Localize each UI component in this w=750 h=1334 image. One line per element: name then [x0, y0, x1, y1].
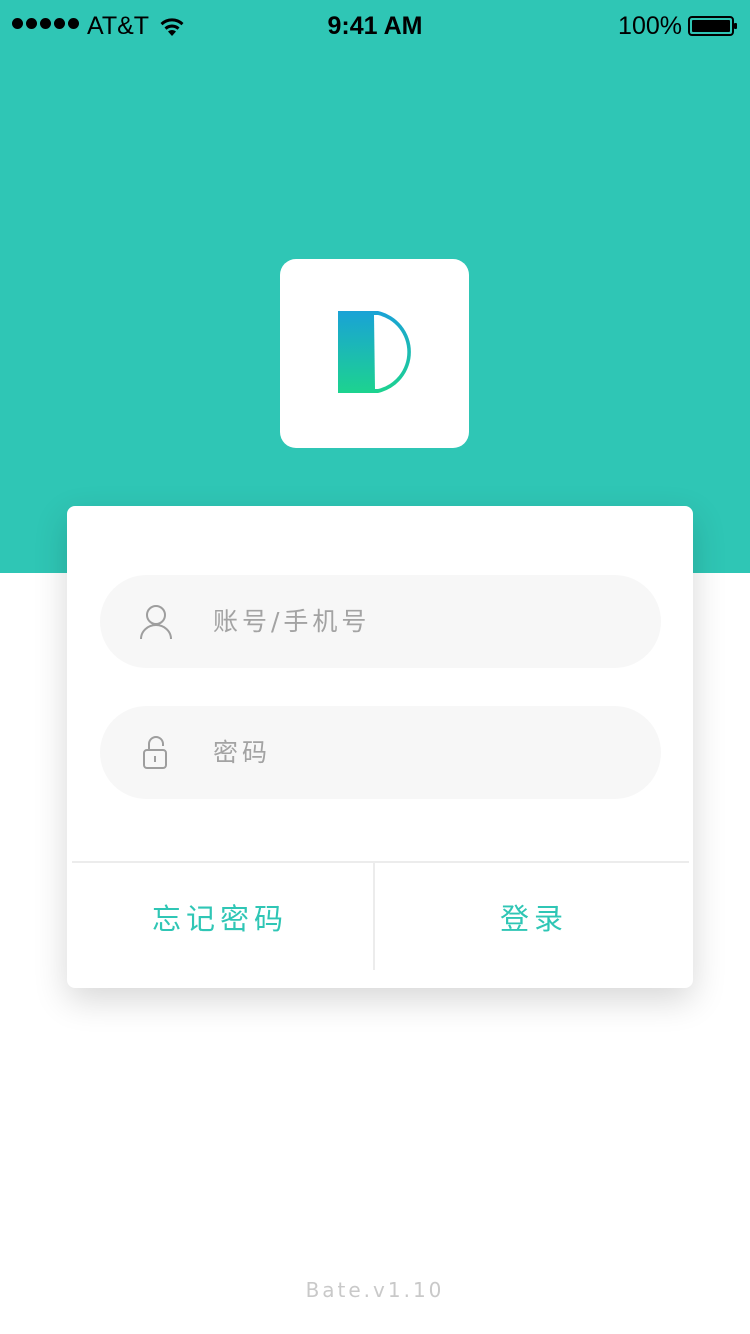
login-card: 忘记密码 登录 [67, 506, 693, 988]
password-input[interactable] [213, 706, 633, 799]
app-logo [280, 259, 469, 448]
password-field[interactable] [100, 706, 661, 799]
battery-percentage: 100% [618, 12, 682, 40]
d-logo-icon [338, 311, 411, 393]
account-field[interactable] [100, 575, 661, 668]
login-screen: AT&T 9:41 AM 100% 账号/手机号 忘记密码 登录 Bate.v1… [0, 0, 750, 1334]
battery-icon [688, 16, 737, 36]
version-label: Bate.v1.10 [305, 1278, 445, 1302]
login-button[interactable]: 登录 [375, 863, 693, 970]
account-input[interactable] [213, 575, 633, 668]
forgot-password-button[interactable]: 忘记密码 [67, 863, 373, 970]
unlock-icon [143, 736, 167, 769]
user-icon [140, 605, 172, 640]
status-bar: AT&T 9:41 AM 100% [0, 0, 750, 52]
